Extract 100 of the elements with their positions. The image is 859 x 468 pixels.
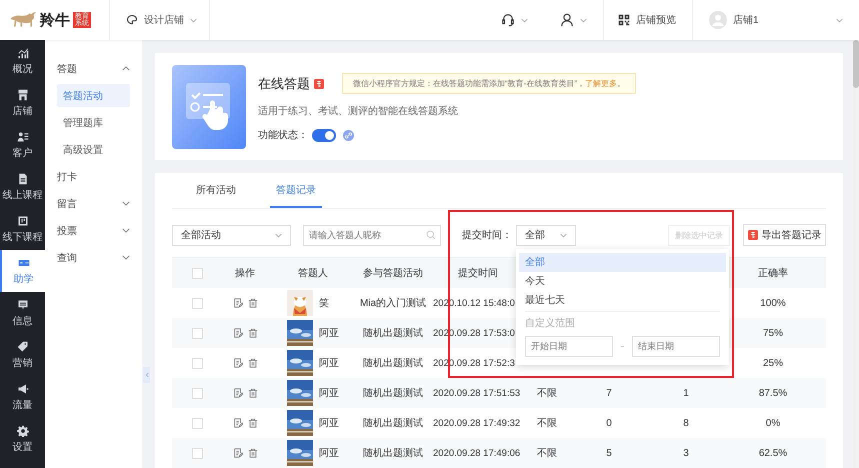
table-cell: 2020.09.28 17:51:53 [433, 388, 520, 398]
delete-icon[interactable] [248, 418, 258, 428]
user-name: 阿亚 [319, 387, 339, 400]
sidebar-item[interactable]: 流量 [0, 376, 45, 418]
table-cell-text: 随机出题测试 [363, 446, 423, 460]
feature-title: 在线答题 [258, 74, 310, 92]
table-cell: 87.5% [758, 388, 788, 398]
table-cell: 3 [683, 448, 689, 458]
collapse-handle[interactable] [143, 367, 150, 383]
caret-icon [521, 18, 528, 22]
user-name: 阿亚 [319, 357, 339, 370]
column-header: 正确率 [758, 266, 788, 280]
table-cell-text: 随机出题测试 [363, 356, 423, 370]
dropdown-option[interactable]: 今天 [519, 272, 726, 290]
chevron-icon [122, 201, 130, 206]
edit-icon[interactable] [232, 388, 242, 398]
avatar-icon [709, 11, 727, 29]
sidebar-item[interactable]: 店铺 [0, 82, 45, 124]
custom-range-label: 自定义范围 [524, 316, 576, 330]
edit-icon[interactable] [232, 328, 242, 338]
row-checkbox[interactable] [192, 448, 202, 458]
export-button[interactable]: 导出答题记录 [743, 224, 826, 246]
row-checkbox[interactable] [192, 358, 202, 368]
edit-icon[interactable] [232, 298, 242, 308]
sidebar-item[interactable]: 概况 [0, 40, 45, 82]
scrollbar[interactable] [853, 40, 859, 468]
sidebar-item[interactable]: 信息 [0, 292, 45, 334]
row-checkbox[interactable] [192, 388, 202, 398]
message-icon [16, 298, 28, 310]
tab[interactable]: 答题记录 [270, 173, 322, 208]
sidebar-item[interactable]: 线上课程 [0, 166, 45, 208]
table-cell: 0% [766, 418, 780, 428]
sidebar-item[interactable]: 助学 [0, 250, 45, 292]
people-icon [16, 130, 28, 142]
search-field[interactable]: 请输入答题人昵称 [303, 224, 441, 246]
table-cell-text: 随机出题测试 [363, 386, 423, 400]
sidebar-item[interactable]: 线下课程 [0, 208, 45, 250]
person-icon [560, 13, 574, 27]
end-date-field[interactable]: 结束日期 [632, 336, 720, 356]
caret-icon [580, 18, 587, 22]
status-label: 功能状态： [258, 128, 308, 142]
sidebar-item[interactable]: 营销 [0, 334, 45, 376]
preview-button[interactable]: 店铺预览 [603, 0, 693, 40]
sidebar-item[interactable]: 客户 [0, 124, 45, 166]
edit-icon[interactable] [232, 358, 242, 368]
headset-icon [501, 13, 515, 27]
menu-item[interactable]: 高级设置 [57, 138, 130, 161]
shop-icon [16, 88, 28, 100]
time-select[interactable]: 全部 [516, 224, 576, 246]
table-cell-text: Mia的入门测试 [360, 296, 426, 310]
chevron-icon [122, 66, 130, 71]
table-cell: 25% [762, 358, 783, 368]
row-checkbox[interactable] [192, 418, 202, 428]
document-icon [16, 172, 28, 184]
menu-group[interactable]: 留言 [45, 190, 142, 217]
delete-icon[interactable] [248, 448, 258, 458]
delete-icon[interactable] [248, 328, 258, 338]
table-cell-text: 不限 [537, 447, 557, 460]
chart-icon [16, 46, 28, 58]
user-menu[interactable]: 店铺1 [693, 0, 859, 40]
pro-badge-icon [748, 230, 758, 240]
delete-icon[interactable] [248, 358, 258, 368]
row-checkbox[interactable] [192, 328, 202, 338]
board-icon [16, 214, 28, 226]
edit-icon[interactable] [232, 448, 242, 458]
delete-icon[interactable] [248, 388, 258, 398]
column-header: 操作 [235, 267, 255, 280]
table-cell-text: 不限 [537, 387, 557, 400]
shop-switch[interactable]: 设计店铺 [110, 0, 210, 40]
table-cell-text: 随机出题测试 [363, 326, 423, 340]
start-date-field[interactable]: 开始日期 [525, 336, 613, 356]
menu-group[interactable]: 打卡 [45, 163, 142, 190]
time-filter-label: 提交时间： [462, 228, 512, 242]
megaphone-icon [16, 382, 28, 394]
delete-icon[interactable] [248, 298, 258, 308]
table-cell: 0 [606, 418, 612, 428]
activity-select[interactable]: 全部活动 [172, 224, 291, 246]
menu-item[interactable]: 管理题库 [57, 111, 130, 134]
link-icon[interactable] [343, 130, 354, 140]
edit-icon[interactable] [232, 418, 242, 428]
table-cell-text: 随机出题测试 [363, 416, 423, 430]
menu-group[interactable]: 投票 [45, 217, 142, 244]
column-header: 答题人 [298, 267, 328, 280]
menu-group[interactable]: 查询 [45, 244, 142, 271]
user-name: 阿亚 [319, 417, 339, 430]
status-switch[interactable] [312, 128, 336, 142]
row-checkbox[interactable] [192, 298, 202, 308]
table-cell-text: 不限 [537, 417, 557, 430]
select-all-checkbox[interactable] [192, 268, 202, 278]
table-cell: 8 [683, 418, 689, 428]
sidebar-item[interactable]: 设置 [0, 418, 45, 460]
table-cell: 75% [762, 328, 783, 338]
chevron-icon [122, 255, 130, 260]
menu-group[interactable]: 答题 [45, 55, 142, 82]
tab[interactable]: 所有活动 [190, 173, 242, 208]
qr-code-icon [618, 14, 630, 26]
menu-item[interactable]: 答题活动 [57, 84, 130, 107]
dropdown-option[interactable]: 最近七天 [519, 290, 726, 310]
caret-icon [560, 232, 567, 238]
column-header: 提交时间 [458, 266, 498, 280]
